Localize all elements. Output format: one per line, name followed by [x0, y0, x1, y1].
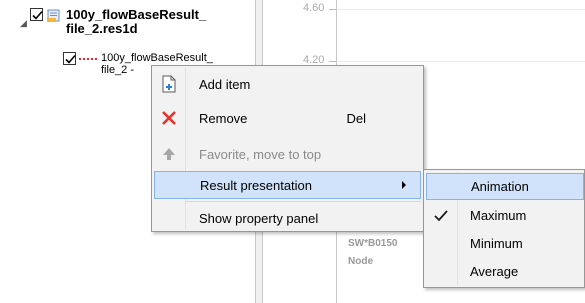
remove-icon: [154, 104, 184, 132]
series-line-icon: [79, 58, 97, 64]
menu-item-label: Add item: [199, 76, 251, 92]
arrow-up-icon: [154, 140, 184, 168]
menu-item-result-presentation[interactable]: Result presentation: [154, 171, 421, 199]
collapse-arrow-icon[interactable]: ◢: [20, 18, 30, 29]
submenu-item-animation[interactable]: Animation: [426, 173, 584, 200]
submenu-item-average[interactable]: Average: [426, 258, 584, 285]
y-tick-mark: [329, 9, 336, 10]
y-tick-mark: [329, 61, 336, 62]
menu-item-label: Result presentation: [200, 177, 313, 193]
submenu-item-label: Maximum: [470, 208, 527, 223]
tree-node-result-file[interactable]: ◢ 100y_flowBaseResult_ file_2.res1d: [20, 8, 206, 36]
menu-item-favorite-move-to-top[interactable]: Favorite, move to top: [154, 140, 421, 168]
menu-item-icon-slot: [155, 171, 185, 199]
menu-item-add-item[interactable]: Add item: [154, 70, 421, 98]
result-presentation-submenu: Animation Maximum Minimum Average: [423, 169, 585, 288]
grid-line: [337, 9, 585, 10]
menu-item-show-property-panel[interactable]: Show property panel: [154, 204, 421, 232]
menu-separator: [186, 201, 421, 202]
menu-item-label: Show property panel: [199, 210, 319, 226]
result-item-checkbox[interactable]: [63, 52, 76, 65]
check-slot: [427, 173, 457, 200]
submenu-arrow-icon: [402, 181, 406, 189]
submenu-item-minimum[interactable]: Minimum: [426, 230, 584, 257]
grid-line: [337, 61, 585, 62]
result-file-checkbox[interactable]: [30, 8, 43, 21]
x-axis-title: Node: [348, 256, 373, 267]
menu-item-label: Favorite, move to top: [199, 146, 322, 162]
result-file-icon: [46, 7, 62, 23]
submenu-item-label: Average: [470, 264, 519, 279]
menu-item-remove[interactable]: Remove Del: [154, 104, 421, 132]
context-menu: Add item Remove Del Favorite, move to to…: [151, 65, 424, 232]
x-axis-label: SW*B0150: [348, 238, 398, 249]
y-tick-label: 4.60: [303, 2, 325, 14]
submenu-item-label: Animation: [471, 179, 529, 194]
add-item-icon: [154, 70, 184, 98]
menu-item-label: Remove: [199, 110, 248, 126]
menu-item-icon-slot: [154, 204, 184, 232]
menu-item-shortcut: Del: [346, 110, 366, 126]
submenu-item-label: Minimum: [470, 236, 523, 251]
check-slot: [426, 258, 456, 285]
check-slot: [426, 230, 456, 257]
checkmark-icon: [426, 202, 456, 229]
result-file-label: 100y_flowBaseResult_ file_2.res1d: [66, 7, 207, 36]
submenu-item-maximum[interactable]: Maximum: [426, 202, 584, 229]
